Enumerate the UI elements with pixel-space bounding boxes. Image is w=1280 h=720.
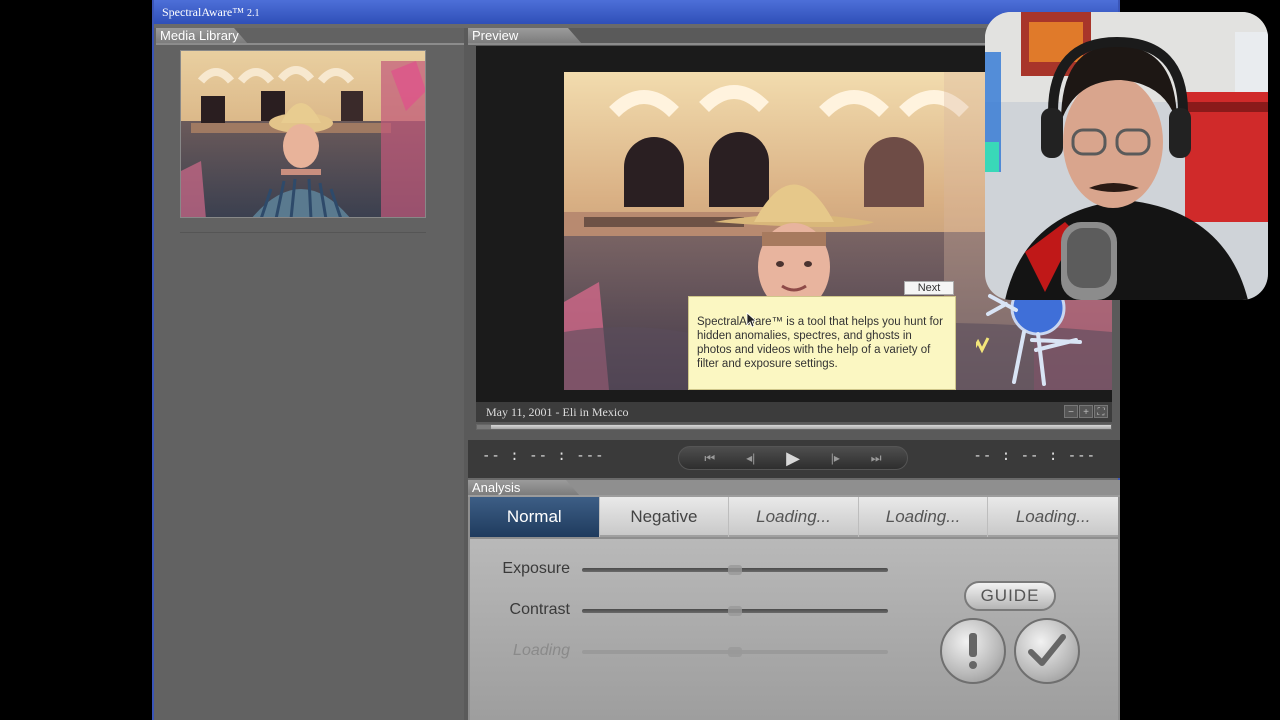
zoom-controls: − + ⛶ — [1064, 405, 1108, 418]
media-library-header: Media Library — [156, 28, 248, 44]
app-title: SpectralAware™ — [162, 5, 244, 19]
scrubber-handle[interactable] — [477, 425, 491, 429]
tab-loading[interactable]: Loading... — [988, 497, 1118, 537]
report-anomaly-button[interactable] — [940, 618, 1006, 684]
tutorial-tooltip: SpectralAware™ is a tool that helps you … — [688, 296, 956, 390]
tab-negative[interactable]: Negative — [600, 497, 730, 537]
step-forward-icon[interactable]: |▸ — [831, 451, 840, 465]
exposure-label: Exposure — [502, 560, 570, 577]
rewind-icon[interactable]: ⏮ — [704, 451, 715, 466]
transport-bar: -- : -- : --- ⏮ ◂| ▶ |▸ ⏭ -- : -- : --- — [468, 440, 1120, 478]
media-thumbnail[interactable] — [180, 50, 426, 218]
caption-bar: May 11, 2001 - Eli in Mexico − + ⛶ — [476, 402, 1112, 422]
contrast-label: Contrast — [509, 601, 570, 618]
zoom-in-icon[interactable]: + — [1079, 405, 1093, 418]
thumbnail-photo — [181, 51, 425, 217]
loading-slider-label: Loading — [513, 642, 570, 659]
thumbnail-separator — [180, 232, 426, 233]
loading-slider[interactable] — [582, 647, 888, 657]
total-time: -- : -- : --- — [973, 448, 1096, 464]
exposure-slider[interactable] — [582, 565, 888, 575]
elapsed-time: -- : -- : --- — [482, 448, 605, 464]
confirm-button[interactable] — [1014, 618, 1080, 684]
webcam-feed — [985, 12, 1268, 300]
tab-loading[interactable]: Loading... — [729, 497, 859, 537]
filter-mode-tabs: Normal Negative Loading... Loading... Lo… — [470, 497, 1118, 537]
zoom-out-icon[interactable]: − — [1064, 405, 1078, 418]
analysis-header: Analysis — [468, 480, 580, 496]
media-library-panel: Media Library — [154, 28, 464, 720]
app-window: SpectralAware™ 2.1 Media Library Preview… — [152, 0, 1120, 720]
guide-button[interactable]: GUIDE — [964, 581, 1056, 611]
checkmark-icon — [1028, 634, 1066, 666]
timeline-scrubber[interactable] — [476, 424, 1112, 430]
adjustments-area: Exposure Contrast Loading GUIDE — [470, 539, 1118, 720]
tab-loading[interactable]: Loading... — [859, 497, 989, 537]
play-icon[interactable]: ▶ — [786, 448, 800, 469]
title-bar: SpectralAware™ 2.1 — [154, 0, 1118, 24]
webcam-overlay — [985, 12, 1268, 300]
slider-thumb[interactable] — [728, 565, 742, 575]
slider-thumb[interactable] — [728, 606, 742, 616]
app-version: 2.1 — [246, 8, 260, 19]
contrast-slider[interactable] — [582, 606, 888, 616]
preview-header: Preview — [468, 28, 582, 44]
mouse-cursor-icon — [746, 312, 758, 328]
header-divider — [156, 43, 464, 45]
tooltip-next-button[interactable]: Next — [904, 281, 954, 295]
fast-forward-icon[interactable]: ⏭ — [871, 451, 882, 466]
fullscreen-icon[interactable]: ⛶ — [1094, 405, 1108, 418]
warning-icon — [969, 633, 977, 669]
tab-normal[interactable]: Normal — [470, 497, 600, 537]
slider-thumb[interactable] — [728, 647, 742, 657]
step-back-icon[interactable]: ◂| — [746, 451, 755, 465]
playback-controls: ⏮ ◂| ▶ |▸ ⏭ — [678, 446, 908, 470]
analysis-panel: Analysis Normal Negative Loading... Load… — [468, 480, 1120, 720]
media-caption: May 11, 2001 - Eli in Mexico — [486, 405, 629, 419]
